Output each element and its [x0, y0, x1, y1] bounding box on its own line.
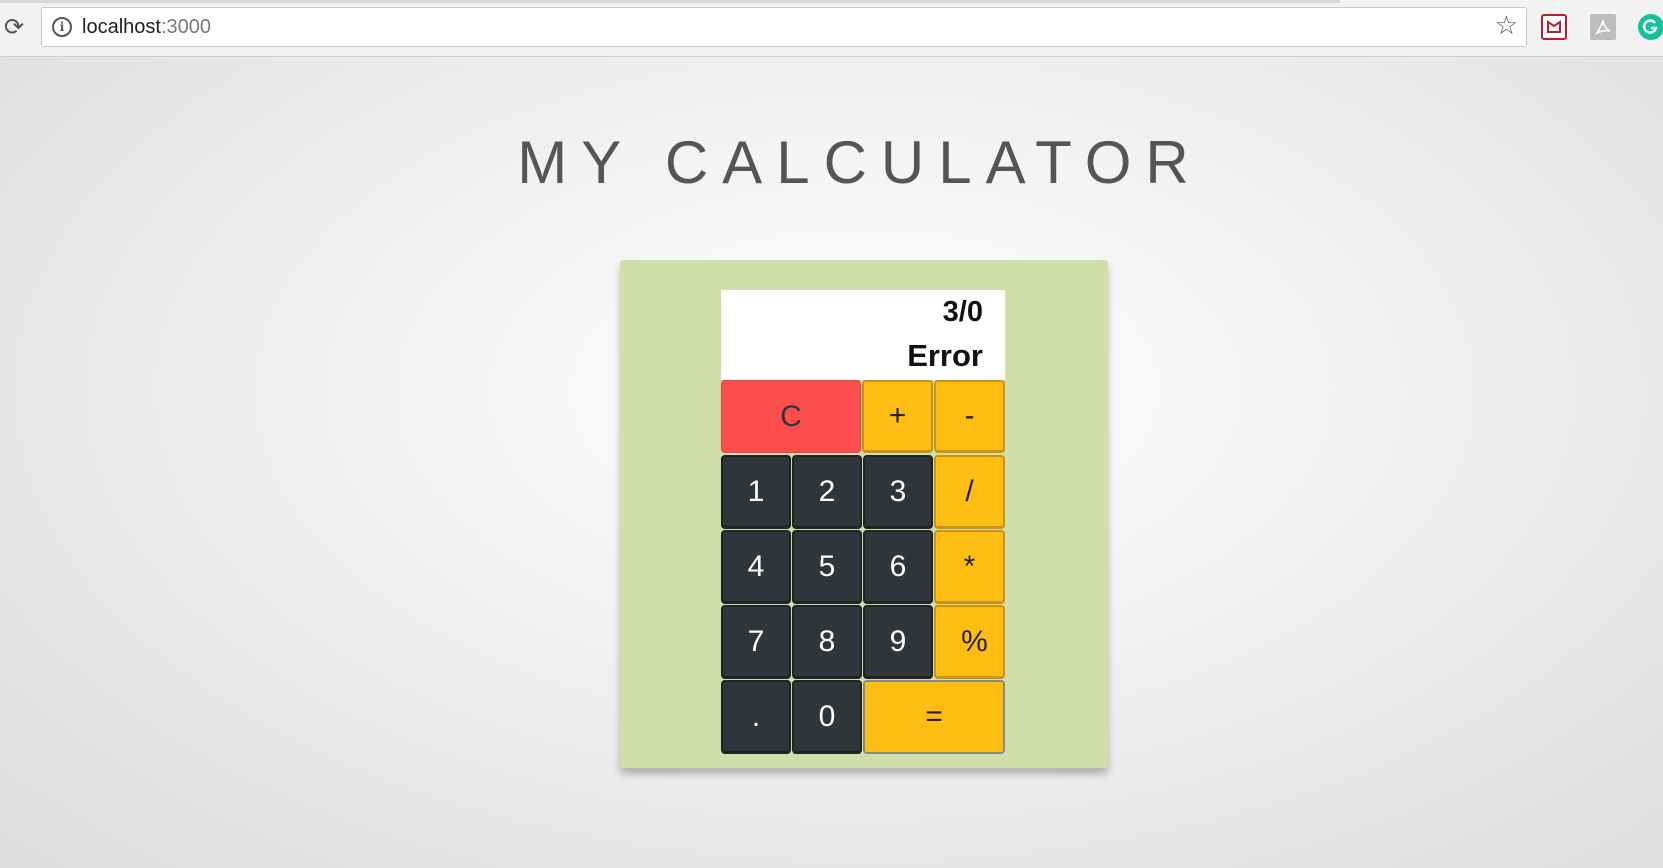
- divide-button[interactable]: /: [934, 455, 1005, 529]
- decimal-button[interactable]: .: [721, 680, 791, 754]
- tab-strip-edge: [0, 0, 1340, 3]
- plus-button[interactable]: +: [862, 380, 933, 453]
- mcafee-extension-icon[interactable]: [1541, 14, 1567, 40]
- url-host: localhost: [82, 16, 161, 38]
- digit-3-button[interactable]: 3: [863, 455, 933, 529]
- url-port: :3000: [160, 16, 211, 38]
- page-title: MY CALCULATOR: [517, 129, 1203, 196]
- minus-button[interactable]: -: [934, 380, 1005, 453]
- grammarly-extension-icon[interactable]: [1638, 14, 1663, 40]
- info-icon[interactable]: i: [52, 17, 72, 37]
- clear-button[interactable]: C: [721, 380, 861, 453]
- digit-4-button[interactable]: 4: [721, 530, 791, 604]
- display-expression: 3/0: [942, 296, 983, 328]
- reload-icon[interactable]: ⟳: [0, 12, 28, 44]
- calculator-display: 3/0 Error: [721, 290, 1005, 380]
- digit-6-button[interactable]: 6: [863, 530, 933, 604]
- digit-1-button[interactable]: 1: [721, 455, 791, 529]
- acrobat-icon: [1594, 19, 1611, 35]
- shield-m-icon: [1547, 20, 1561, 33]
- pdf-extension-icon[interactable]: [1590, 14, 1616, 40]
- grammarly-g-icon: [1643, 19, 1658, 34]
- bookmark-star-icon[interactable]: ☆: [1495, 12, 1518, 38]
- digit-8-button[interactable]: 8: [792, 605, 862, 679]
- multiply-button[interactable]: *: [934, 530, 1005, 604]
- browser-toolbar: ⟳ i localhost:3000 ☆: [0, 0, 1663, 57]
- url-text[interactable]: localhost:3000: [82, 16, 211, 39]
- digit-2-button[interactable]: 2: [792, 455, 862, 529]
- address-bar[interactable]: i localhost:3000 ☆: [41, 7, 1527, 47]
- percent-button[interactable]: %: [934, 605, 1005, 679]
- digit-7-button[interactable]: 7: [721, 605, 791, 679]
- digit-9-button[interactable]: 9: [863, 605, 933, 679]
- digit-5-button[interactable]: 5: [792, 530, 862, 604]
- display-result: Error: [907, 338, 983, 373]
- digit-0-button[interactable]: 0: [792, 680, 862, 754]
- equals-button[interactable]: =: [863, 680, 1005, 754]
